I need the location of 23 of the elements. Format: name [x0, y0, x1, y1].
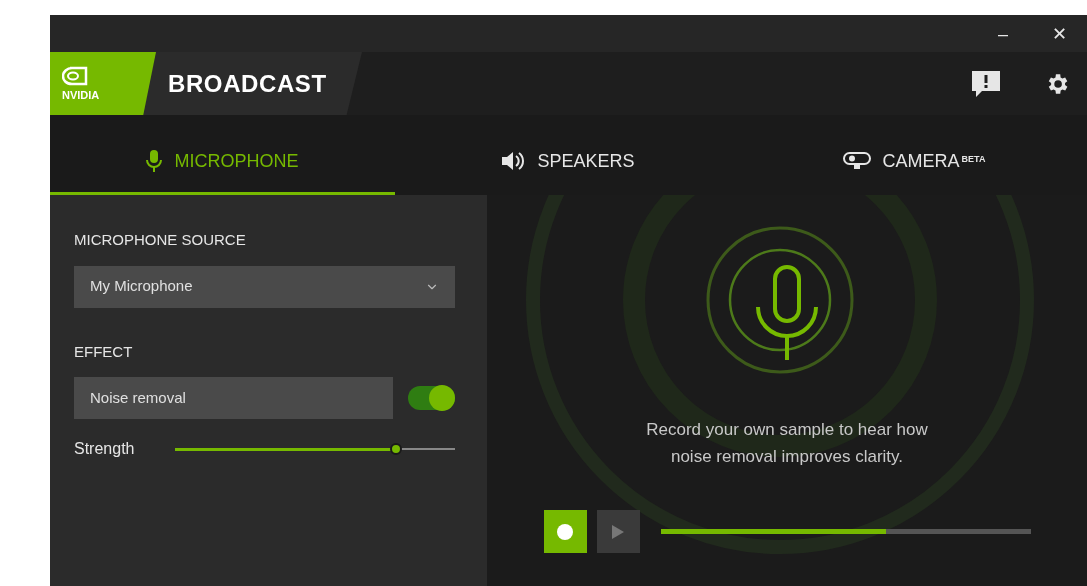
strength-label: Strength [74, 439, 136, 459]
close-button[interactable]: ✕ [1031, 15, 1087, 52]
record-icon [557, 523, 573, 540]
speaker-icon [501, 150, 526, 172]
hint-text: Record your own sample to hear how noise removal improves clarity. [645, 419, 929, 468]
source-dropdown[interactable]: My Microphone [74, 265, 455, 308]
effect-toggle[interactable] [408, 386, 455, 410]
play-button[interactable] [596, 510, 640, 553]
strength-slider[interactable] [175, 443, 455, 455]
effect-dropdown[interactable]: Noise removal [74, 377, 393, 419]
minimize-button[interactable]: – [975, 15, 1031, 52]
tab[interactable]: CAMERA$^{BETA}$ [741, 130, 1087, 195]
nvidia-logo: NVIDIA [50, 52, 156, 115]
app-name: BROADCAST [168, 68, 327, 99]
webcam-icon [842, 152, 871, 170]
slider-thumb[interactable] [390, 443, 403, 455]
record-button[interactable] [543, 510, 587, 553]
play-icon [612, 524, 624, 539]
section-heading: MICROPHONE SOURCE [74, 230, 247, 250]
tab[interactable]: SPEAKERS [395, 130, 741, 195]
microphone-icon [146, 150, 163, 172]
section-heading: EFFECT [74, 341, 134, 362]
feedback-icon[interactable] [972, 70, 1000, 97]
